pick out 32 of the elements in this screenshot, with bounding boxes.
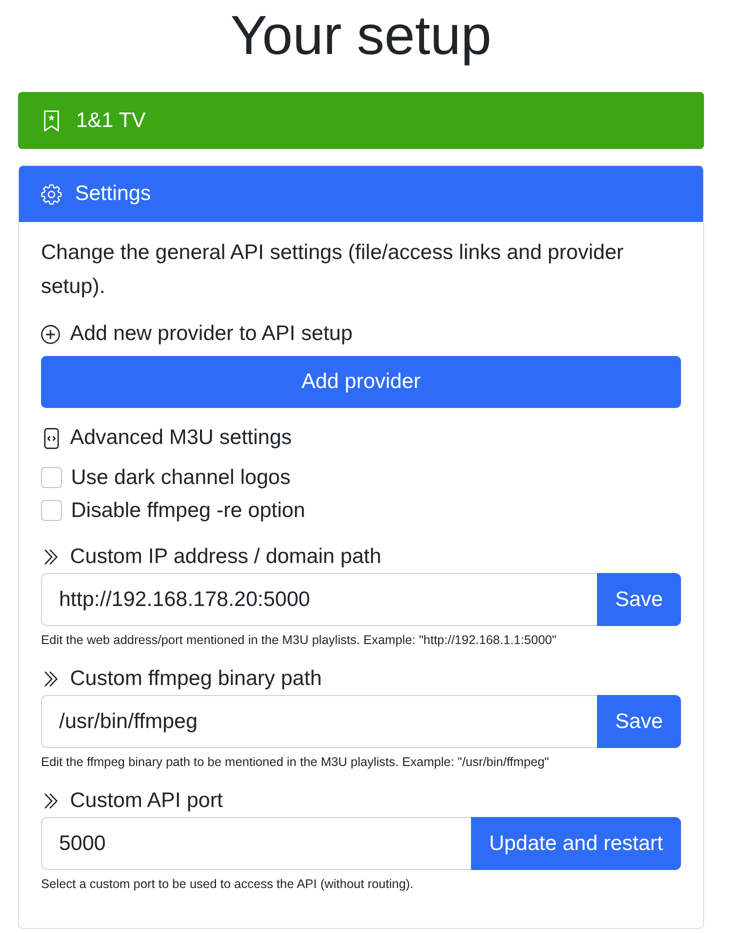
submit-button[interactable]: Save <box>597 695 681 748</box>
settings-title: Settings <box>75 182 151 206</box>
checkbox-label[interactable]: Disable ffmpeg -re option <box>71 498 306 522</box>
section-heading: Advanced M3U settings <box>70 426 292 450</box>
text-field[interactable]: http://192.168.178.20:5000 <box>41 573 598 626</box>
page-title: Your setup <box>230 3 492 68</box>
settings-icon <box>41 184 62 204</box>
checkbox[interactable] <box>41 500 62 521</box>
text-field[interactable]: /usr/bin/ffmpeg <box>41 695 598 748</box>
section-heading: Custom IP address / domain path <box>70 545 382 569</box>
settings-header[interactable]: Settings <box>19 166 703 222</box>
submit-button[interactable]: Save <box>597 573 681 626</box>
add-provider-button[interactable]: Add provider <box>41 356 681 408</box>
submit-button[interactable]: Update and restart <box>471 817 681 870</box>
help-text: Edit the ffmpeg binary path to be mentioned in the M3U playlists. Example: "/usr/bin/ffmpeg" <box>41 754 550 771</box>
settings-description: Change the general API settings (file/access links and provider setup). <box>41 240 624 300</box>
plus-circle-icon <box>41 324 60 344</box>
section-heading: Add new provider to API setup <box>70 322 353 346</box>
provider-name: 1&1 TV <box>76 108 146 132</box>
double-chevron-icon <box>44 671 58 687</box>
section-heading: Custom ffmpeg binary path <box>70 667 322 691</box>
checkbox[interactable] <box>41 467 62 488</box>
double-chevron-icon <box>44 549 58 565</box>
section-heading: Custom API port <box>70 789 223 813</box>
help-text: Edit the web address/port mentioned in the M3U playlists. Example: "http://192.168.1.1:5000" <box>41 632 558 649</box>
code-file-icon <box>44 428 59 448</box>
provider-card[interactable]: 1&1 TV <box>18 92 704 149</box>
bookmark-star-icon <box>44 110 59 132</box>
checkbox-label[interactable]: Use dark channel logos <box>71 466 290 490</box>
text-field[interactable]: 5000 <box>41 817 472 870</box>
double-chevron-icon <box>44 793 58 809</box>
help-text: Select a custom port to be used to access the API (without routing). <box>41 876 414 893</box>
